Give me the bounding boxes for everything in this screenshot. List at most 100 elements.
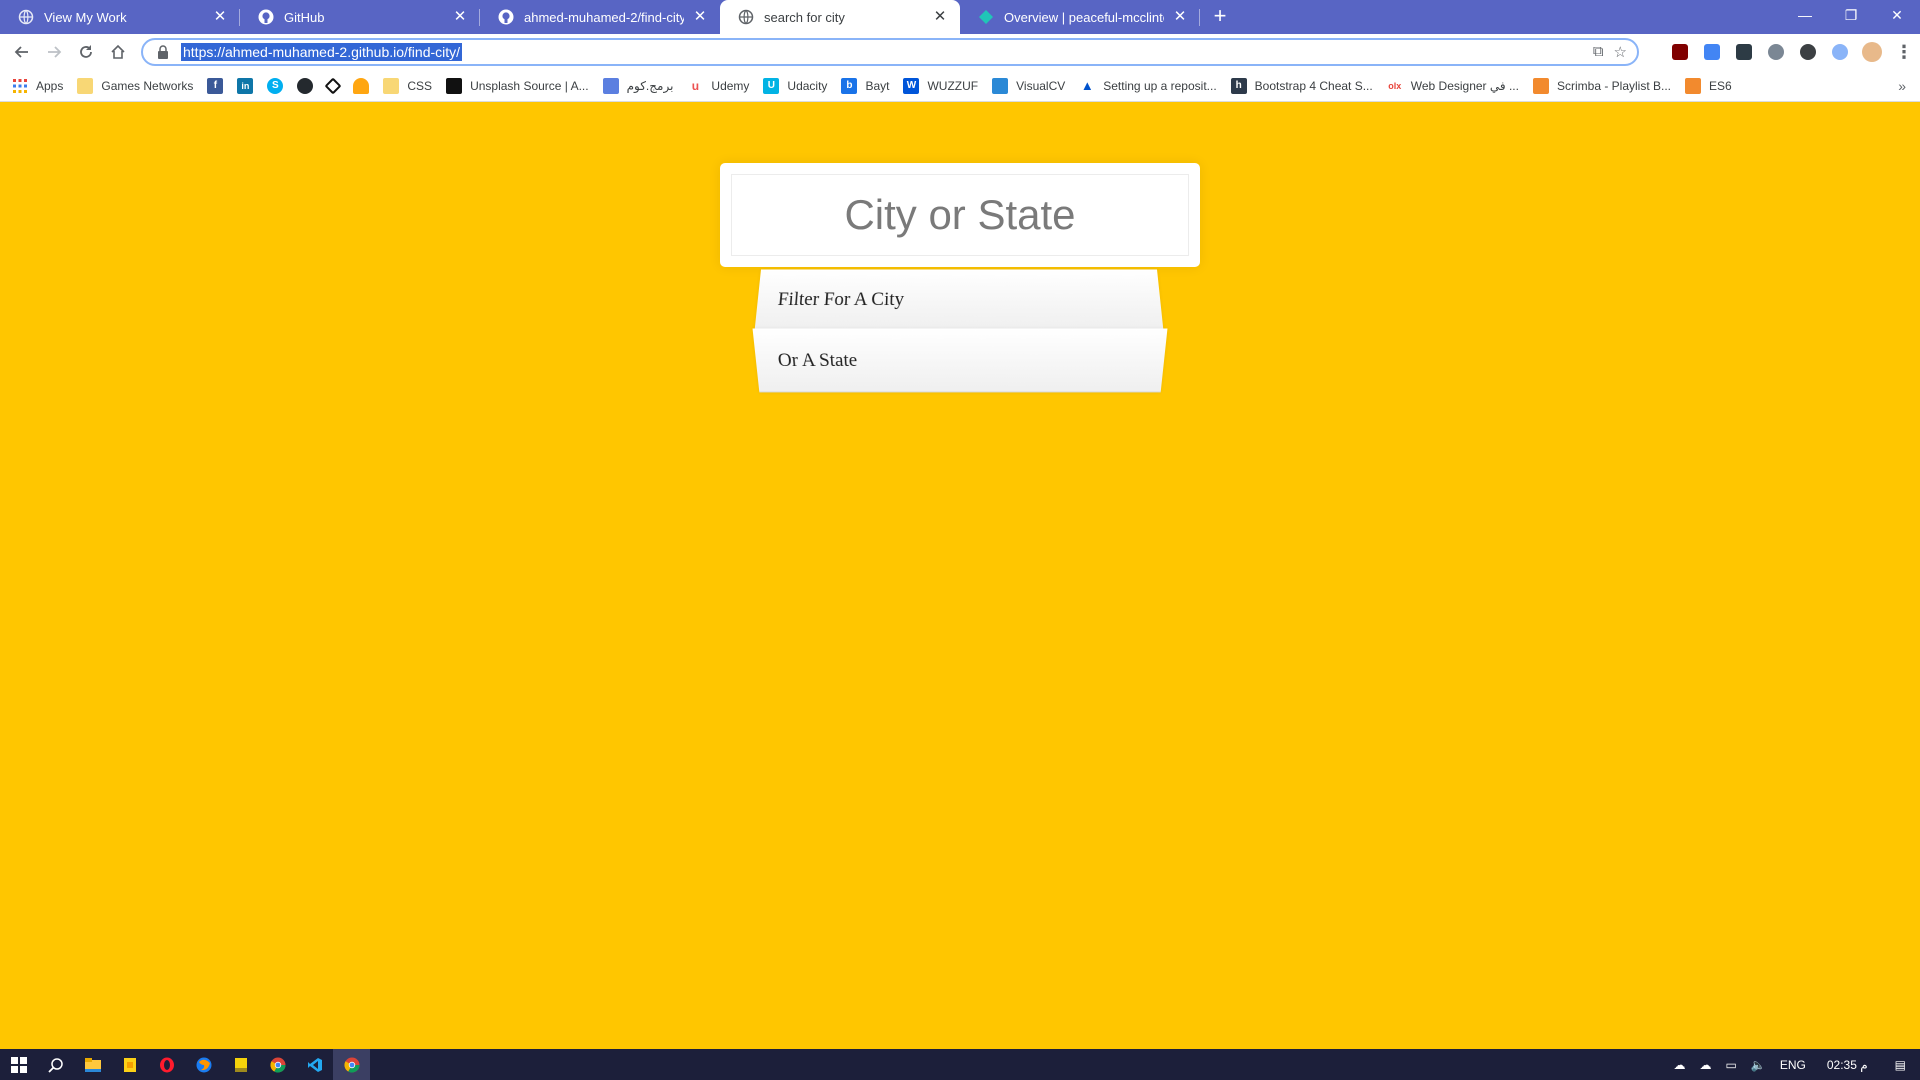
- bookmark-label: Udacity: [787, 78, 828, 93]
- bookmark-bayt[interactable]: b Bayt: [841, 77, 890, 94]
- suggestion-item[interactable]: Filter For A City: [754, 269, 1164, 332]
- avatar[interactable]: [1856, 36, 1888, 68]
- search-input[interactable]: [731, 174, 1189, 256]
- bookmark-barmej[interactable]: برمج.كوم: [602, 77, 674, 94]
- bookmark-udemy[interactable]: u Udemy: [687, 77, 749, 94]
- bookmark-linkedin[interactable]: in: [237, 77, 254, 94]
- close-tab-icon[interactable]: ✕: [692, 9, 708, 25]
- browser-toolbar: https://ahmed-muhamed-2.github.io/find-c…: [0, 34, 1920, 70]
- extension-icon[interactable]: [1728, 36, 1760, 68]
- ublock-icon[interactable]: [1664, 36, 1696, 68]
- tab-search-for-city[interactable]: search for city ✕: [720, 0, 960, 34]
- github-icon: [258, 9, 274, 25]
- bookmark-label: Games Networks: [101, 78, 194, 93]
- back-arrow-icon[interactable]: [6, 36, 38, 68]
- globe-icon: [18, 9, 34, 25]
- notifications-icon[interactable]: ▤: [1895, 1058, 1906, 1072]
- bookmark-wuzzuf[interactable]: W WUZZUF: [903, 77, 978, 94]
- windows-taskbar: ☁ ☁ ▭ 🔈 ENG 02:35 م ▤: [0, 1049, 1920, 1080]
- bookmarks-bar: Apps Games Networks f in S CSS Unsplash …: [0, 70, 1920, 102]
- bookmark-label: CSS: [407, 78, 433, 93]
- facebook-icon: f: [207, 77, 224, 94]
- onedrive-icon[interactable]: ☁: [1700, 1058, 1712, 1072]
- bookmark-github[interactable]: [297, 77, 314, 94]
- colorpick-icon[interactable]: [1760, 36, 1792, 68]
- language-indicator[interactable]: ENG: [1780, 1058, 1806, 1072]
- vscode-icon[interactable]: [296, 1049, 333, 1080]
- tab-find-city-repo[interactable]: ahmed-muhamed-2/find-city: se ✕: [480, 0, 720, 34]
- bookmark-visualcv[interactable]: VisualCV: [992, 77, 1066, 94]
- firebase-icon: [353, 77, 370, 94]
- bookmark-css[interactable]: CSS: [383, 77, 433, 94]
- bookmark-atlassian[interactable]: ▲ Setting up a reposit...: [1079, 77, 1217, 94]
- bookmark-facebook[interactable]: f: [207, 77, 224, 94]
- close-tab-icon[interactable]: ✕: [452, 9, 468, 25]
- bookmark-label: Setting up a reposit...: [1103, 78, 1217, 93]
- address-bar[interactable]: https://ahmed-muhamed-2.github.io/find-c…: [141, 38, 1639, 66]
- bookmark-label: Bayt: [865, 78, 890, 93]
- search-icon[interactable]: [37, 1049, 74, 1080]
- clock[interactable]: 02:35 م: [1827, 1058, 1868, 1072]
- bayt-icon: b: [841, 77, 858, 94]
- restore-icon[interactable]: ❐: [1828, 0, 1874, 30]
- chrome-menu-icon[interactable]: ⋮: [1888, 36, 1920, 68]
- sticky-notes-icon[interactable]: [111, 1049, 148, 1080]
- bookmark-games-networks[interactable]: Games Networks: [77, 77, 194, 94]
- close-window-icon[interactable]: ✕: [1874, 0, 1920, 30]
- tab-label: Overview | peaceful-mcclintock-c: [1004, 9, 1164, 25]
- dark-mode-icon[interactable]: [1792, 36, 1824, 68]
- windows-start-icon[interactable]: [0, 1049, 37, 1080]
- extension-info-icon[interactable]: [1824, 36, 1856, 68]
- bookmark-star-icon[interactable]: ☆: [1614, 43, 1627, 61]
- bookmark-unsplash[interactable]: Unsplash Source | A...: [446, 77, 589, 94]
- google-translate-icon[interactable]: [1696, 36, 1728, 68]
- bookmark-udacity[interactable]: U Udacity: [763, 77, 828, 94]
- tab-label: View My Work: [44, 9, 127, 25]
- forward-arrow-icon[interactable]: [38, 36, 70, 68]
- search-form: [720, 163, 1200, 267]
- tab-view-my-work[interactable]: View My Work ✕: [0, 0, 240, 34]
- cloud-sync-icon[interactable]: ☁: [1674, 1058, 1686, 1072]
- bookmark-codepen[interactable]: [324, 77, 342, 94]
- lock-icon[interactable]: [157, 45, 169, 59]
- firefox-icon[interactable]: [185, 1049, 222, 1080]
- opera-icon[interactable]: [148, 1049, 185, 1080]
- minimize-icon[interactable]: —: [1782, 0, 1828, 30]
- tab-label: search for city: [764, 9, 845, 25]
- suggestion-item[interactable]: Or A State: [752, 328, 1168, 393]
- bookmark-label: VisualCV: [1016, 78, 1066, 93]
- folder-icon: [77, 77, 94, 94]
- visualcv-icon: [992, 77, 1009, 94]
- bookmark-bootstrap-cheatsheet[interactable]: h Bootstrap 4 Cheat S...: [1230, 77, 1373, 94]
- reload-icon[interactable]: [70, 36, 102, 68]
- bookmark-olx-web-designer[interactable]: olx Web Designer في ...: [1386, 77, 1519, 94]
- bookmark-apps[interactable]: Apps: [12, 78, 63, 94]
- chrome-icon[interactable]: [259, 1049, 296, 1080]
- network-icon[interactable]: ▭: [1726, 1058, 1737, 1072]
- chrome-icon[interactable]: [333, 1049, 370, 1080]
- apps-grid-icon: [12, 78, 28, 94]
- github-icon: [297, 77, 314, 94]
- sticky-notes-icon[interactable]: [222, 1049, 259, 1080]
- bookmark-es6[interactable]: ES6: [1685, 77, 1732, 94]
- close-tab-icon[interactable]: ✕: [1172, 9, 1188, 25]
- tab-label: GitHub: [284, 9, 325, 25]
- bookmark-firebase[interactable]: [353, 77, 370, 94]
- bookmark-skype[interactable]: S: [267, 77, 284, 94]
- bookmark-label: Scrimba - Playlist B...: [1556, 78, 1672, 93]
- new-tab-button[interactable]: +: [1206, 3, 1234, 31]
- volume-icon[interactable]: 🔈: [1751, 1058, 1766, 1072]
- close-tab-icon[interactable]: ✕: [932, 9, 948, 25]
- bookmark-scrimba-playlist[interactable]: Scrimba - Playlist B...: [1532, 77, 1672, 94]
- tab-github[interactable]: GitHub ✕: [240, 0, 480, 34]
- udemy-icon: u: [687, 77, 704, 94]
- home-icon[interactable]: [102, 36, 134, 68]
- bookmarks-overflow-button[interactable]: »: [1898, 78, 1906, 94]
- cast-icon[interactable]: ⧉: [1593, 43, 1604, 61]
- url-text[interactable]: https://ahmed-muhamed-2.github.io/find-c…: [181, 43, 463, 61]
- close-tab-icon[interactable]: ✕: [212, 9, 228, 25]
- file-explorer-icon[interactable]: [74, 1049, 111, 1080]
- github-icon: [498, 9, 514, 25]
- tab-netlify-overview[interactable]: Overview | peaceful-mcclintock-c ✕: [960, 0, 1200, 34]
- bookmark-label: برمج.كوم: [626, 78, 674, 93]
